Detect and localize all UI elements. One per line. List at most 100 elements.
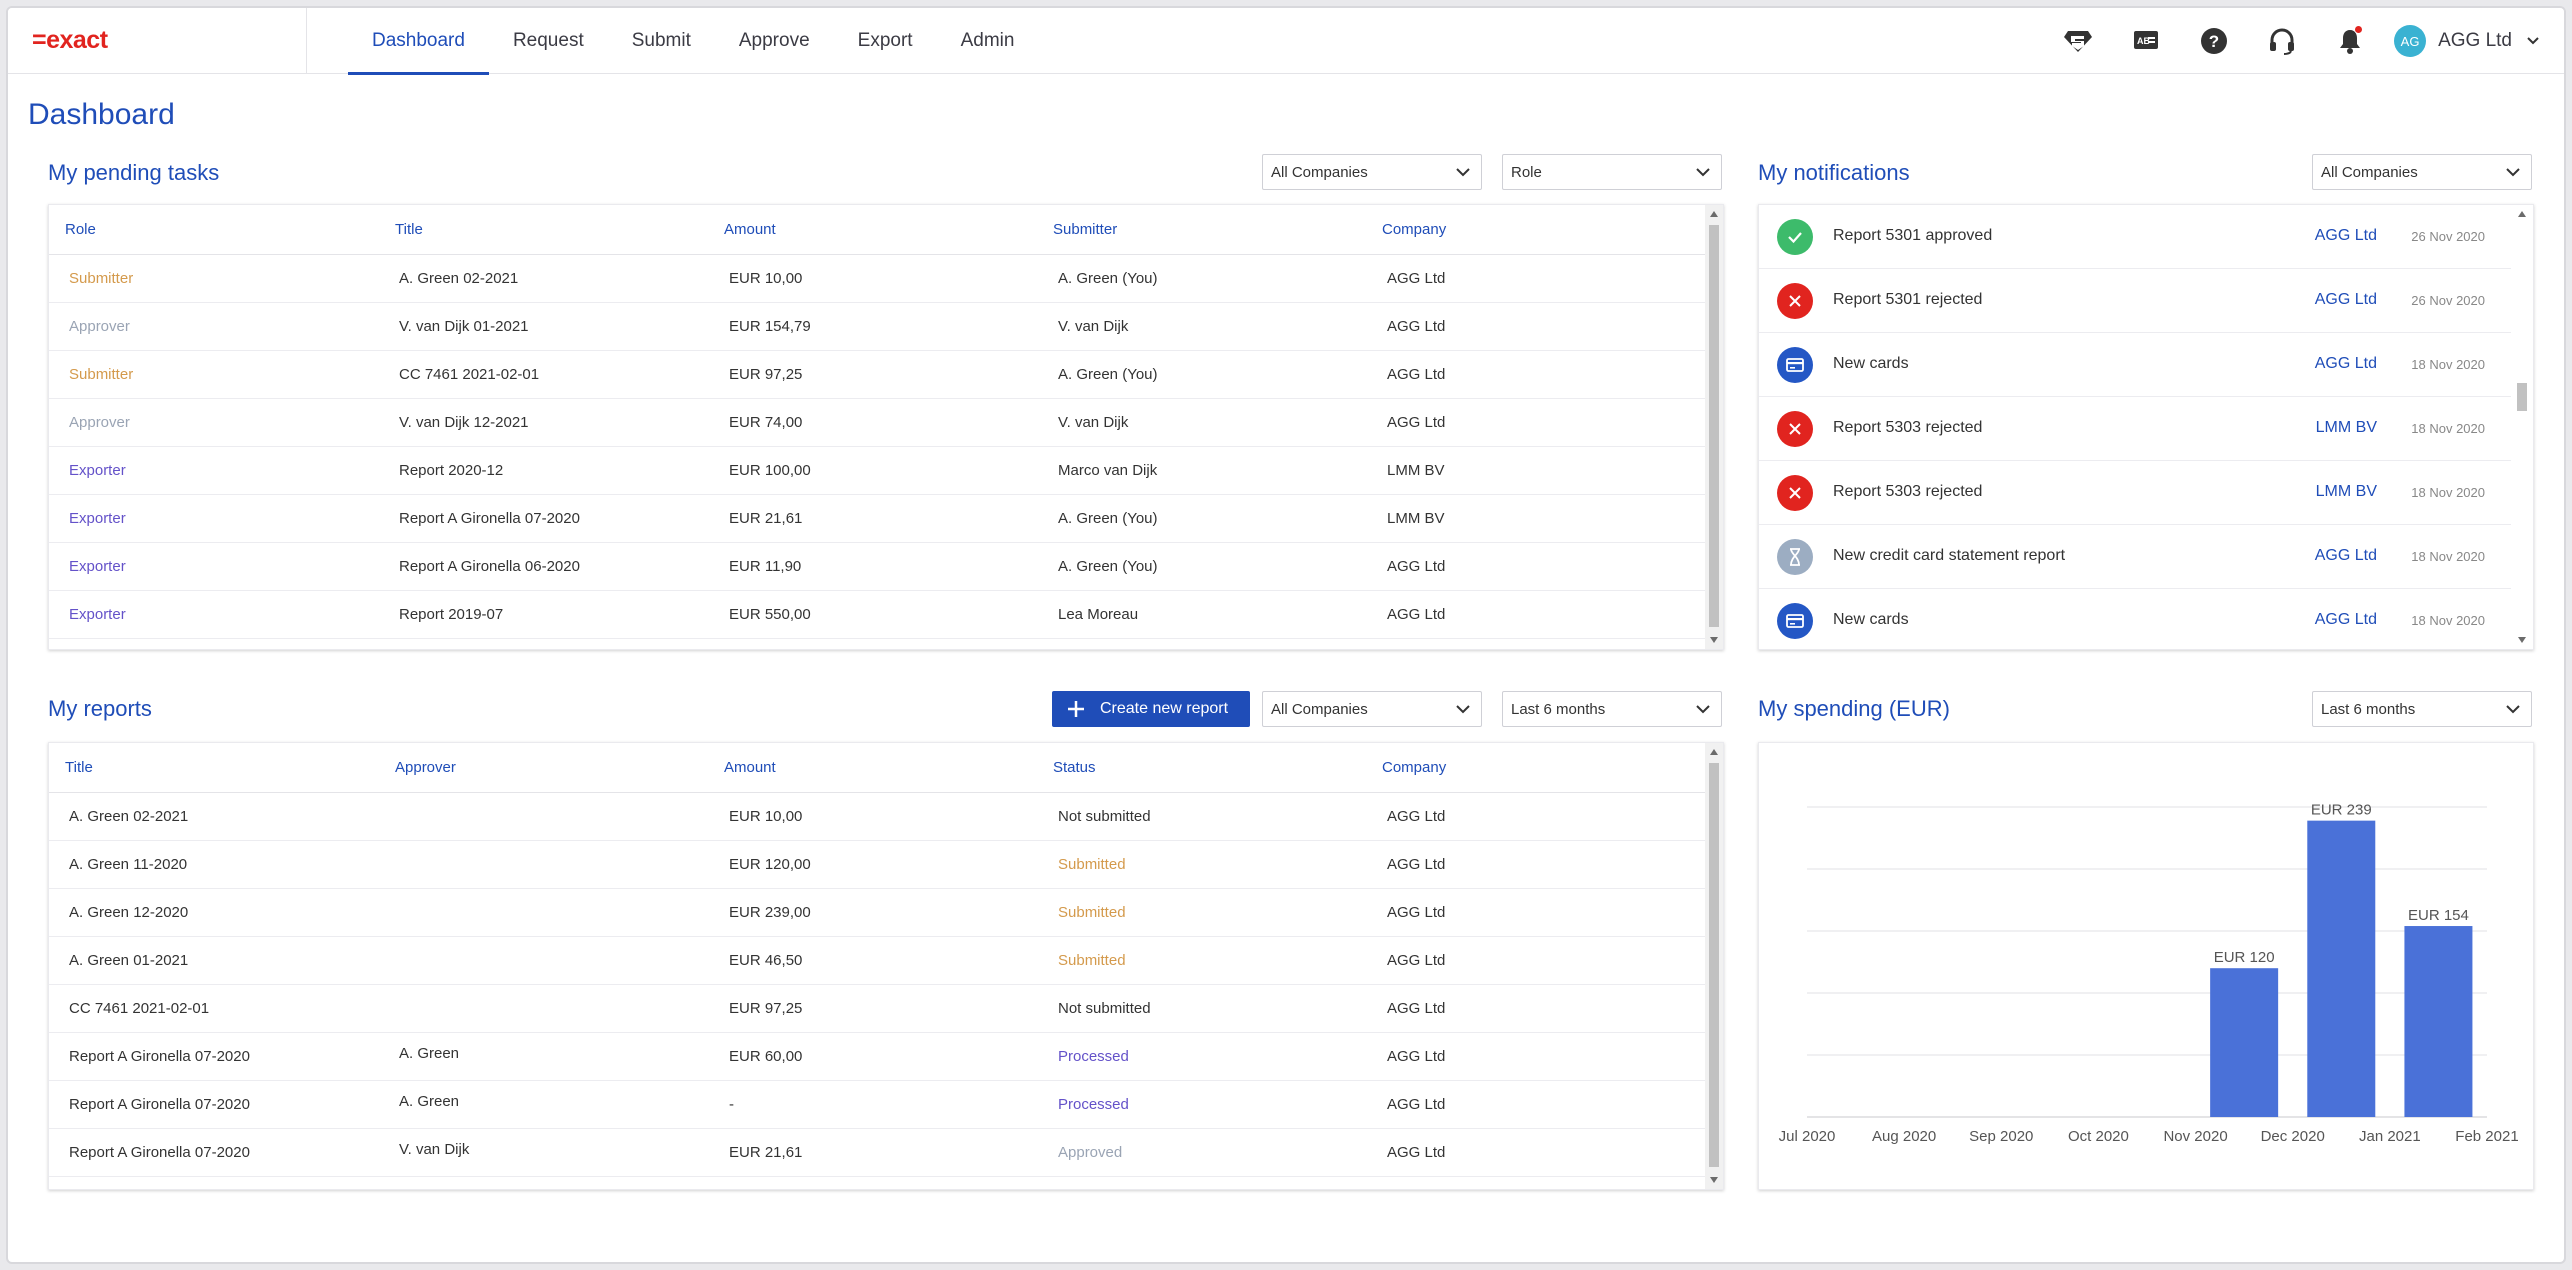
reports-period-select[interactable]: Last 6 months <box>1502 691 1722 727</box>
table-row[interactable]: Submitter CC 7461 2021-02-01 EUR 97,25 A. G… <box>49 351 1705 399</box>
pending-company-select[interactable]: All Companies <box>1262 154 1482 190</box>
notification-item[interactable]: Report 5303 rejected LMM BV 18 Nov 2020 <box>1759 461 2511 525</box>
svg-text:?: ? <box>2209 32 2219 51</box>
notification-item[interactable]: New cards AGG Ltd 18 Nov 2020 <box>1759 589 2511 649</box>
table-row[interactable]: Submitter A. Green 02-2021 EUR 10,00 A. Gre… <box>49 255 1705 303</box>
company-cell: AGG Ltd <box>1387 318 1446 335</box>
notification-company[interactable]: LMM BV <box>2316 419 2377 437</box>
col-submitter[interactable]: Submitter <box>1053 221 1117 238</box>
status-cell: Processed <box>1058 1096 1129 1113</box>
col-title[interactable]: Title <box>395 221 423 238</box>
col-role[interactable]: Role <box>65 221 96 238</box>
superhero-icon[interactable] <box>2044 8 2112 74</box>
notification-company[interactable]: AGG Ltd <box>2315 291 2377 309</box>
table-row[interactable]: Report A Gironella 07-2020 A. Green EUR 60… <box>49 1033 1705 1081</box>
nav-submit[interactable]: Submit <box>608 8 715 74</box>
role-cell: Exporter <box>69 462 126 479</box>
bar-nov-2020[interactable] <box>2210 968 2279 1117</box>
table-row[interactable]: Report A Gironella 07-2020 A. Green - Proce… <box>49 1081 1705 1129</box>
pending-role-select[interactable]: Role <box>1502 154 1722 190</box>
notification-item[interactable]: Report 5301 approved AGG Ltd 26 Nov 2020 <box>1759 205 2511 269</box>
title-cell: Report A Gironella 07-2020 <box>69 1144 250 1161</box>
notification-item[interactable]: Report 5303 rejected LMM BV 18 Nov 2020 <box>1759 397 2511 461</box>
headset-icon[interactable] <box>2248 8 2316 74</box>
title-cell: CC 7461 2021-02-01 <box>69 1000 210 1017</box>
scroll-up-icon[interactable] <box>2518 211 2526 217</box>
notification-company[interactable]: AGG Ltd <box>2315 355 2377 373</box>
spending-period-select[interactable]: Last 6 months <box>2312 691 2532 727</box>
title-cell: A. Green 02-2021 <box>399 270 519 287</box>
scroll-down-icon[interactable] <box>1710 1177 1718 1183</box>
table-row[interactable]: Approver V. van Dijk 01-2021 EUR 154,79 V. … <box>49 303 1705 351</box>
table-row[interactable]: Report A Gironella 07-2020 V. van Dijk EUR… <box>49 1129 1705 1177</box>
id-card-icon[interactable]: AB <box>2112 8 2180 74</box>
nav-admin[interactable]: Admin <box>937 8 1039 74</box>
chevron-down-icon <box>2506 705 2520 714</box>
scroll-up-icon[interactable] <box>1710 749 1718 755</box>
col-company[interactable]: Company <box>1382 221 1446 238</box>
reports-scrollbar[interactable] <box>1705 743 1723 1189</box>
table-row[interactable]: CC 7461 2021-02-01 EUR 97,25 Not submitted… <box>49 985 1705 1033</box>
user-menu[interactable]: AG AGG Ltd <box>2394 25 2540 57</box>
pending-scroll-thumb[interactable] <box>1709 225 1719 627</box>
scroll-down-icon[interactable] <box>2518 637 2526 643</box>
notifications-company-select[interactable]: All Companies <box>2312 154 2532 190</box>
help-icon[interactable]: ? <box>2180 8 2248 74</box>
notification-company[interactable]: AGG Ltd <box>2315 547 2377 565</box>
nav-export[interactable]: Export <box>834 8 937 74</box>
reports-company-select[interactable]: All Companies <box>1262 691 1482 727</box>
reports-scroll-thumb[interactable] <box>1709 763 1719 1167</box>
col-amount[interactable]: Amount <box>724 759 776 776</box>
col-approver[interactable]: Approver <box>395 759 456 776</box>
role-cell: Exporter <box>69 558 126 575</box>
table-row[interactable]: Exporter Report 2019-07 EUR 550,00 Lea More… <box>49 591 1705 639</box>
create-report-button[interactable]: Create new report <box>1052 691 1250 727</box>
scroll-up-icon[interactable] <box>1710 211 1718 217</box>
exact-logo[interactable]: =exact <box>32 22 108 58</box>
title-cell: A. Green 11-2020 <box>69 856 188 873</box>
rejected-icon <box>1777 283 1813 319</box>
data-label: EUR 120 <box>2214 949 2275 966</box>
table-row[interactable]: A. Green 11-2020 EUR 120,00 Submitted AGG L… <box>49 841 1705 889</box>
table-row[interactable]: Exporter Report 2020-12 EUR 100,00 Marco va… <box>49 447 1705 495</box>
col-title[interactable]: Title <box>65 759 93 776</box>
notifications-scroll-thumb[interactable] <box>2517 383 2527 411</box>
nav-dashboard[interactable]: Dashboard <box>348 8 489 75</box>
logo-divider <box>306 8 307 74</box>
col-company[interactable]: Company <box>1382 759 1446 776</box>
table-row[interactable]: A. Green 12-2020 EUR 239,00 Submitted AGG L… <box>49 889 1705 937</box>
table-row[interactable]: Exporter Report A Gironella 07-2020 EUR 21… <box>49 495 1705 543</box>
notification-item[interactable]: Report 5301 rejected AGG Ltd 26 Nov 2020 <box>1759 269 2511 333</box>
scroll-down-icon[interactable] <box>1710 637 1718 643</box>
nav-approve[interactable]: Approve <box>715 8 834 74</box>
company-cell: AGG Ltd <box>1387 1048 1446 1065</box>
role-cell: Exporter <box>69 510 126 527</box>
bar-jan-2021[interactable] <box>2404 926 2473 1117</box>
avatar: AG <box>2394 25 2427 57</box>
pending-tasks-table: Role Title Amount Submitter Company Subm… <box>48 204 1724 650</box>
notification-company[interactable]: AGG Ltd <box>2315 611 2377 629</box>
table-row[interactable]: A. Green 01-2021 EUR 46,50 Submitted AGG Lt… <box>49 937 1705 985</box>
status-cell: Not submitted <box>1058 808 1151 825</box>
pending-company-value: All Companies <box>1271 163 1368 181</box>
notification-company[interactable]: LMM BV <box>2316 483 2377 501</box>
company-cell: AGG Ltd <box>1387 414 1446 431</box>
notification-item[interactable]: New cards AGG Ltd 18 Nov 2020 <box>1759 333 2511 397</box>
table-row[interactable]: A. Green 02-2021 EUR 10,00 Not submitted AG… <box>49 793 1705 841</box>
approver-cell: A. Green <box>399 1093 460 1110</box>
pending-scrollbar[interactable] <box>1705 205 1723 649</box>
col-status[interactable]: Status <box>1053 759 1096 776</box>
bar-dec-2020[interactable] <box>2307 820 2376 1117</box>
notification-company[interactable]: AGG Ltd <box>2315 227 2377 245</box>
header-tools: AB ? AG AGG Ltd <box>2044 8 2564 74</box>
title-cell: Report A Gironella 07-2020 <box>69 1096 250 1113</box>
col-amount[interactable]: Amount <box>724 221 776 238</box>
bell-icon[interactable] <box>2316 8 2384 74</box>
chevron-down-icon <box>1456 168 1470 177</box>
notification-item[interactable]: New credit card statement report AGG Ltd 1… <box>1759 525 2511 589</box>
table-row[interactable]: Exporter Report A Gironella 06-2020 EUR 11… <box>49 543 1705 591</box>
notifications-scrollbar[interactable] <box>2511 205 2533 649</box>
nav-request[interactable]: Request <box>489 8 608 74</box>
amount-cell: EUR 74,00 <box>729 414 803 431</box>
table-row[interactable]: Approver V. van Dijk 12-2021 EUR 74,00 V. v… <box>49 399 1705 447</box>
